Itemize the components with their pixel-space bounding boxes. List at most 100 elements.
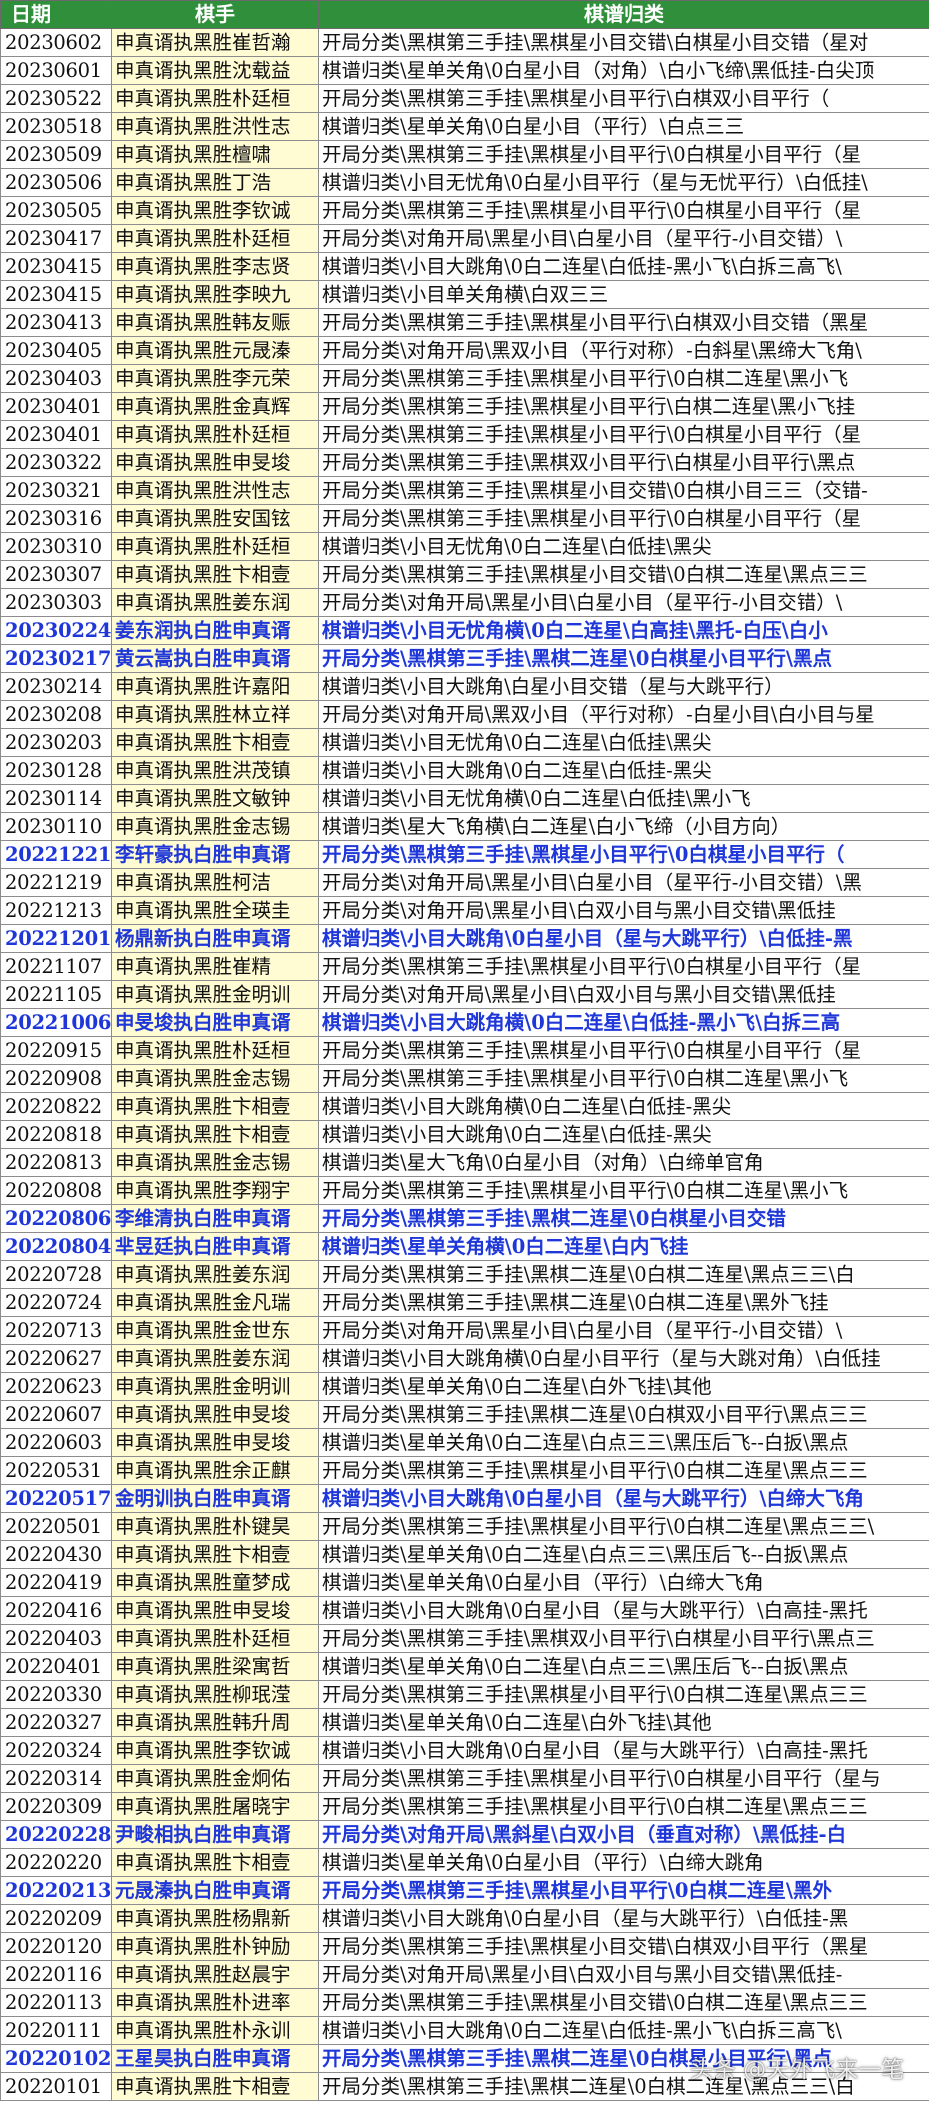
classification-cell: 棋谱归类\小目大跳角\0白星小目（星与大跳平行）\白低挂-黑 bbox=[318, 924, 929, 953]
classification-cell: 开局分类\黑棋第三手挂\黑棋二连星\0白棋星小目交错 bbox=[318, 1204, 929, 1233]
player-cell: 申真谞执黑胜屠晓宇 bbox=[111, 1792, 319, 1821]
classification-cell: 棋谱归类\星单关角\0白二连星\白点三三\黑压后飞--白扳\黑点 bbox=[318, 1428, 929, 1457]
classification-cell: 开局分类\黑棋第三手挂\黑棋星小目交错\0白棋小目三三（交错- bbox=[318, 476, 929, 505]
table-row: 20230321 申真谞执黑胜洪性志 开局分类\黑棋第三手挂\黑棋星小目交错\0白棋… bbox=[0, 476, 929, 505]
player-cell: 申真谞执黑胜卞相壹 bbox=[111, 1540, 319, 1569]
column-header-player: 棋手 bbox=[111, 0, 319, 29]
player-cell: 申真谞执黑胜李钦诚 bbox=[111, 1736, 319, 1765]
classification-cell: 棋谱归类\小目大跳角\0白二连星\白低挂-黑尖 bbox=[318, 756, 929, 785]
date-cell: 20220501 bbox=[0, 1512, 112, 1541]
table-row: 20230518 申真谞执黑胜洪性志 棋谱归类\星单关角\0白星小目（平行）\白点三… bbox=[0, 112, 929, 141]
table-row: 20230114 申真谞执黑胜文敏钟 棋谱归类\小目无忧角横\0白二连星\白低挂\黑… bbox=[0, 784, 929, 813]
table-row: 20221105 申真谞执黑胜金明训 开局分类\对角开局\黑星小目\白双小目与黑小目… bbox=[0, 980, 929, 1009]
date-cell: 20220101 bbox=[0, 2072, 112, 2101]
classification-cell: 开局分类\对角开局\黑斜星\白双小目（垂直对称）\黑低挂-白 bbox=[318, 1820, 929, 1849]
player-cell: 王星昊执白胜申真谞 bbox=[111, 2044, 319, 2073]
player-cell: 姜东润执白胜申真谞 bbox=[111, 616, 319, 645]
table-row: 20230405 申真谞执黑胜元晟溱 开局分类\对角开局\黑双小目（平行对称）-白斜… bbox=[0, 336, 929, 365]
classification-cell: 开局分类\黑棋第三手挂\黑棋二连星\0白棋二连星\黑点三三\白 bbox=[318, 1260, 929, 1289]
table-row: 20230401 申真谞执黑胜金真辉 开局分类\黑棋第三手挂\黑棋星小目平行\白棋二… bbox=[0, 392, 929, 421]
player-cell: 芈昱廷执白胜申真谞 bbox=[111, 1232, 319, 1261]
table-row: 20221221 李轩豪执白胜申真谞 开局分类\黑棋第三手挂\黑棋星小目平行\0白棋… bbox=[0, 840, 929, 869]
player-cell: 申真谞执黑胜朴廷桓 bbox=[111, 1624, 319, 1653]
table-row: 20220327 申真谞执黑胜韩升周 棋谱归类\星单关角\0白二连星\白外飞挂\其他 bbox=[0, 1708, 929, 1737]
date-cell: 20230303 bbox=[0, 588, 112, 617]
player-cell: 申真谞执黑胜金世东 bbox=[111, 1316, 319, 1345]
date-cell: 20220822 bbox=[0, 1092, 112, 1121]
date-cell: 20230403 bbox=[0, 364, 112, 393]
table-row: 20230601 申真谞执黑胜沈载益 棋谱归类\星单关角\0白星小目（对角）\白小飞… bbox=[0, 56, 929, 85]
table-row: 20221006 申旻埈执白胜申真谞 棋谱归类\小目大跳角横\0白二连星\白低挂-黑… bbox=[0, 1008, 929, 1037]
player-cell: 申真谞执黑胜童梦成 bbox=[111, 1568, 319, 1597]
date-cell: 20220102 bbox=[0, 2044, 112, 2073]
date-cell: 20220607 bbox=[0, 1400, 112, 1429]
date-cell: 20230601 bbox=[0, 56, 112, 85]
player-cell: 申真谞执黑胜卞相壹 bbox=[111, 1848, 319, 1877]
date-cell: 20221219 bbox=[0, 868, 112, 897]
player-cell: 申真谞执黑胜洪性志 bbox=[111, 112, 319, 141]
classification-cell: 棋谱归类\星单关角\0白星小目（平行）\白点三三 bbox=[318, 112, 929, 141]
game-records-sheet: 日期 棋手 棋谱归类 20230602 申真谞执黑胜崔哲瀚 开局分类\黑棋第三手挂\… bbox=[0, 0, 929, 2101]
classification-cell: 棋谱归类\星单关角\0白星小目（平行）\白缔大飞角 bbox=[318, 1568, 929, 1597]
player-cell: 申真谞执黑胜金真辉 bbox=[111, 392, 319, 421]
player-cell: 申真谞执黑胜余正麒 bbox=[111, 1456, 319, 1485]
date-cell: 20220531 bbox=[0, 1456, 112, 1485]
player-cell: 申真谞执黑胜洪性志 bbox=[111, 476, 319, 505]
table-row: 20220403 申真谞执黑胜朴廷桓 开局分类\黑棋第三手挂\黑棋双小目平行\白棋星… bbox=[0, 1624, 929, 1653]
game-records-table: 日期 棋手 棋谱归类 20230602 申真谞执黑胜崔哲瀚 开局分类\黑棋第三手挂\… bbox=[0, 0, 929, 2101]
date-cell: 20230506 bbox=[0, 168, 112, 197]
table-row: 20221201 杨鼎新执白胜申真谞 棋谱归类\小目大跳角\0白星小目（星与大跳平行… bbox=[0, 924, 929, 953]
classification-cell: 棋谱归类\星单关角\0白星小目（平行）\白缔大跳角 bbox=[318, 1848, 929, 1877]
table-row: 20220908 申真谞执黑胜金志锡 开局分类\黑棋第三手挂\黑棋星小目平行\0白棋… bbox=[0, 1064, 929, 1093]
date-cell: 20220728 bbox=[0, 1260, 112, 1289]
table-row: 20230208 申真谞执黑胜林立祥 开局分类\对角开局\黑双小目（平行对称）-白星… bbox=[0, 700, 929, 729]
classification-cell: 开局分类\黑棋第三手挂\黑棋星小目平行\0白棋二连星\黑小飞 bbox=[318, 1064, 929, 1093]
date-cell: 20220314 bbox=[0, 1764, 112, 1793]
table-row: 20220309 申真谞执黑胜屠晓宇 开局分类\黑棋第三手挂\黑棋星小目平行\0白棋… bbox=[0, 1792, 929, 1821]
date-cell: 20230401 bbox=[0, 392, 112, 421]
classification-cell: 开局分类\对角开局\黑星小目\白星小目（星平行-小目交错）\ bbox=[318, 224, 929, 253]
table-row: 20220209 申真谞执黑胜杨鼎新 棋谱归类\小目大跳角\0白星小目（星与大跳平行… bbox=[0, 1904, 929, 1933]
date-cell: 20220806 bbox=[0, 1204, 112, 1233]
table-row: 20220808 申真谞执黑胜李翔宇 开局分类\黑棋第三手挂\黑棋星小目平行\0白棋… bbox=[0, 1176, 929, 1205]
classification-cell: 开局分类\黑棋第三手挂\黑棋星小目平行\0白棋星小目平行（星 bbox=[318, 420, 929, 449]
table-row: 20230417 申真谞执黑胜朴廷桓 开局分类\对角开局\黑星小目\白星小目（星平行… bbox=[0, 224, 929, 253]
date-cell: 20221221 bbox=[0, 840, 112, 869]
date-cell: 20220330 bbox=[0, 1680, 112, 1709]
date-cell: 20220808 bbox=[0, 1176, 112, 1205]
classification-cell: 开局分类\对角开局\黑星小目\白星小目（星平行-小目交错）\ bbox=[318, 588, 929, 617]
table-row: 20220111 申真谞执黑胜朴永训 棋谱归类\小目大跳角\0白二连星\白低挂-黑小… bbox=[0, 2016, 929, 2045]
player-cell: 申真谞执黑胜卞相壹 bbox=[111, 728, 319, 757]
date-cell: 20230217 bbox=[0, 644, 112, 673]
player-cell: 申真谞执黑胜丁浩 bbox=[111, 168, 319, 197]
player-cell: 申真谞执黑胜李翔宇 bbox=[111, 1176, 319, 1205]
classification-cell: 棋谱归类\小目大跳角\0白星小目（星与大跳平行）\白高挂-黑托 bbox=[318, 1736, 929, 1765]
table-row: 20230203 申真谞执黑胜卞相壹 棋谱归类\小目无忧角\0白二连星\白低挂\黑尖 bbox=[0, 728, 929, 757]
table-row: 20220627 申真谞执黑胜姜东润 棋谱归类\小目大跳角横\0白星小目平行（星与大… bbox=[0, 1344, 929, 1373]
date-cell: 20221105 bbox=[0, 980, 112, 1009]
player-cell: 申真谞执黑胜金明训 bbox=[111, 980, 319, 1009]
classification-cell: 棋谱归类\小目大跳角\白星小目交错（星与大跳平行） bbox=[318, 672, 929, 701]
classification-cell: 开局分类\黑棋第三手挂\黑棋双小目平行\白棋星小目平行\黑点 bbox=[318, 448, 929, 477]
player-cell: 申真谞执黑胜金志锡 bbox=[111, 812, 319, 841]
table-row: 20221107 申真谞执黑胜崔精 开局分类\黑棋第三手挂\黑棋星小目平行\0白棋星… bbox=[0, 952, 929, 981]
classification-cell: 开局分类\黑棋第三手挂\黑棋星小目平行\0白棋二连星\黑点三三 bbox=[318, 1456, 929, 1485]
player-cell: 金明训执白胜申真谞 bbox=[111, 1484, 319, 1513]
date-cell: 20230203 bbox=[0, 728, 112, 757]
date-cell: 20220627 bbox=[0, 1344, 112, 1373]
table-row: 20220401 申真谞执黑胜梁寓哲 棋谱归类\星单关角\0白二连星\白点三三\黑压… bbox=[0, 1652, 929, 1681]
classification-cell: 棋谱归类\星大飞角\0白星小目（对角）\白缔单官角 bbox=[318, 1148, 929, 1177]
player-cell: 申真谞执黑胜李钦诚 bbox=[111, 196, 319, 225]
date-cell: 20230322 bbox=[0, 448, 112, 477]
classification-cell: 开局分类\黑棋第三手挂\黑棋星小目平行\0白棋星小目平行（星 bbox=[318, 1036, 929, 1065]
player-cell: 申真谞执黑胜韩友赈 bbox=[111, 308, 319, 337]
date-cell: 20220111 bbox=[0, 2016, 112, 2045]
player-cell: 申真谞执黑胜朴廷桓 bbox=[111, 532, 319, 561]
classification-cell: 棋谱归类\小目大跳角横\0白星小目平行（星与大跳对角）\白低挂 bbox=[318, 1344, 929, 1373]
table-row: 20220623 申真谞执黑胜金明训 棋谱归类\星单关角\0白二连星\白外飞挂\其他 bbox=[0, 1372, 929, 1401]
table-row: 20230505 申真谞执黑胜李钦诚 开局分类\黑棋第三手挂\黑棋星小目平行\0白棋… bbox=[0, 196, 929, 225]
date-cell: 20230401 bbox=[0, 420, 112, 449]
table-row: 20230110 申真谞执黑胜金志锡 棋谱归类\星大飞角横\白二连星\白小飞缔（小目… bbox=[0, 812, 929, 841]
date-cell: 20220724 bbox=[0, 1288, 112, 1317]
date-cell: 20230413 bbox=[0, 308, 112, 337]
